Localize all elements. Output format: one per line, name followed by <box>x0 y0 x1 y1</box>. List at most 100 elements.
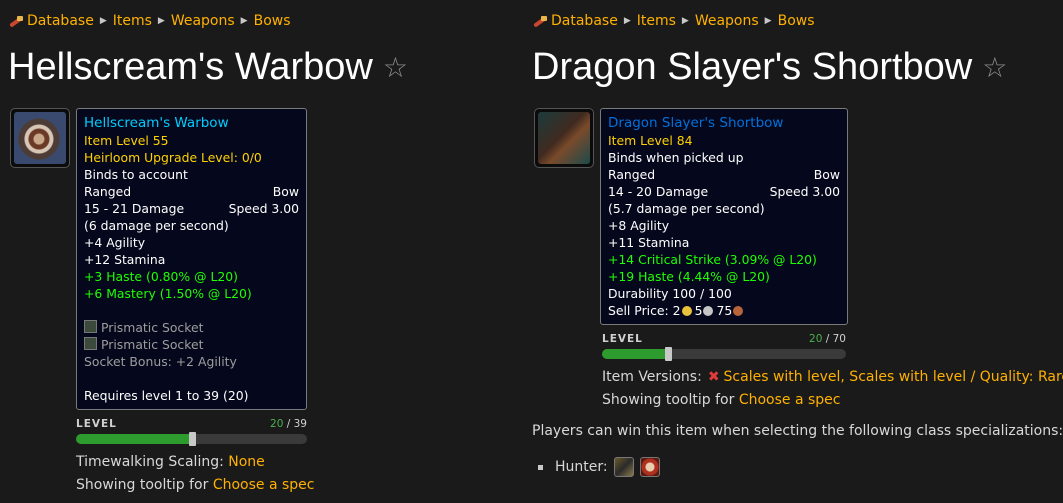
tooltip-damage-row: 15 - 21 Damage Speed 3.00 <box>84 200 299 217</box>
bow-icon <box>14 112 66 164</box>
choose-spec-link[interactable]: Choose a spec <box>213 477 315 493</box>
level-label: LEVEL <box>76 418 117 430</box>
database-home-icon[interactable] <box>8 14 25 28</box>
chevron-right-icon: ▶ <box>764 16 772 26</box>
copper-coin-icon <box>733 306 744 316</box>
breadcrumb-database[interactable]: Database <box>27 13 94 29</box>
list-item: Hunter: <box>538 457 660 477</box>
page-title: Hellscream's Warbow <box>8 46 373 88</box>
prismatic-socket-icon <box>84 320 97 333</box>
breadcrumb: Database ▶ Items ▶ Weapons ▶ Bows <box>8 13 291 29</box>
showing-label: Showing tooltip for <box>76 477 209 493</box>
level-handle[interactable] <box>665 347 673 361</box>
tooltip-bonus-stat: +3 Haste (0.80% @ L20) <box>84 269 238 284</box>
tooltip-dps: (6 damage per second) <box>84 218 229 233</box>
timewalking-label: Timewalking Scaling: <box>76 454 224 470</box>
gold-amount: 2 <box>672 303 681 318</box>
breadcrumb-weapons[interactable]: Weapons <box>695 13 759 29</box>
breadcrumb-bows[interactable]: Bows <box>254 13 291 29</box>
item-tooltip: Dragon Slayer's Shortbow Item Level 84 B… <box>600 108 848 325</box>
tooltip-speed: Speed 3.00 <box>228 201 299 216</box>
tooltip-slot-row: Ranged Bow <box>608 166 840 183</box>
tooltip-slot-row: Ranged Bow <box>84 183 299 200</box>
level-slider[interactable]: LEVEL 20 / 70 <box>602 333 846 361</box>
item-tooltip: Hellscream's Warbow Item Level 55 Heirlo… <box>76 108 307 410</box>
tooltip-stat: +12 Stamina <box>84 252 166 267</box>
tooltip-item-level: Item Level 84 <box>608 133 693 148</box>
page-title: Dragon Slayer's Shortbow <box>532 46 973 88</box>
item-icon[interactable] <box>10 108 70 168</box>
tooltip-speed: Speed 3.00 <box>769 184 840 199</box>
tooltip-stat: +11 Stamina <box>608 235 690 250</box>
tooltip-bonus-stat: +6 Mastery (1.50% @ L20) <box>84 286 252 301</box>
database-home-icon[interactable] <box>532 14 549 28</box>
tooltip-damage-row: 14 - 20 Damage Speed 3.00 <box>608 183 840 200</box>
breadcrumb-database[interactable]: Database <box>551 13 618 29</box>
silver-coin-icon <box>703 306 714 316</box>
red-x-icon[interactable]: ✖ <box>708 369 720 385</box>
breadcrumb-items[interactable]: Items <box>113 13 152 29</box>
level-current: 20 <box>809 333 823 345</box>
chevron-right-icon: ▶ <box>681 16 689 26</box>
marksmanship-spec-icon[interactable] <box>639 457 660 477</box>
showing-tooltip: Showing tooltip for Choose a spec <box>602 392 840 408</box>
timewalking-scaling: Timewalking Scaling: None <box>76 454 265 470</box>
level-track[interactable] <box>76 432 307 446</box>
tooltip-item-level: Item Level 55 <box>84 133 169 148</box>
breadcrumb-bows[interactable]: Bows <box>778 13 815 29</box>
item-versions: Item Versions: ✖ Scales with level, Scales… <box>602 369 1063 385</box>
tooltip-requires: Requires level 1 to 39 (20) <box>84 388 249 403</box>
level-current: 20 <box>270 418 284 430</box>
bow-icon <box>538 112 590 164</box>
timewalking-value[interactable]: None <box>228 454 265 470</box>
page-title-row: Hellscream's Warbow ☆ <box>8 46 408 89</box>
gold-coin-icon <box>681 306 692 316</box>
favorite-star-icon[interactable]: ☆ <box>982 51 1007 84</box>
tooltip-sell-price: Sell Price: 2 5 75 <box>608 302 840 319</box>
breadcrumb-weapons[interactable]: Weapons <box>171 13 235 29</box>
tooltip-socket: Prismatic Socket <box>84 336 299 353</box>
level-fill <box>602 349 669 359</box>
breadcrumb-items[interactable]: Items <box>637 13 676 29</box>
class-label: Hunter: <box>555 459 608 475</box>
choose-spec-link[interactable]: Choose a spec <box>739 392 841 408</box>
item-versions-label: Item Versions: <box>602 369 702 385</box>
socket-label: Prismatic Socket <box>101 320 204 335</box>
chevron-right-icon: ▶ <box>623 16 631 26</box>
favorite-star-icon[interactable]: ☆ <box>383 51 408 84</box>
players-text: Players can win this item when selecting… <box>532 423 1063 439</box>
tooltip-slot: Ranged <box>84 184 132 199</box>
prismatic-socket-icon <box>84 337 97 350</box>
beast-mastery-spec-icon[interactable] <box>613 457 634 477</box>
tooltip-stat: +8 Agility <box>608 218 670 233</box>
showing-tooltip: Showing tooltip for Choose a spec <box>76 477 314 493</box>
tooltip-type: Bow <box>272 184 299 199</box>
tooltip-binds: Binds to account <box>84 167 188 182</box>
tooltip-socket-bonus: Socket Bonus: +2 Agility <box>84 354 237 369</box>
tooltip-durability: Durability 100 / 100 <box>608 286 732 301</box>
silver-amount: 5 <box>694 303 703 318</box>
item-icon[interactable] <box>534 108 594 168</box>
tooltip-socket: Prismatic Socket <box>84 319 299 336</box>
item-versions-value[interactable]: Scales with level, Scales with level / Q… <box>724 369 1063 385</box>
tooltip-bonus-stat: +19 Haste (4.44% @ L20) <box>608 269 770 284</box>
tooltip-slot: Ranged <box>608 167 656 182</box>
page-title-row: Dragon Slayer's Shortbow ☆ <box>532 46 1007 89</box>
chevron-right-icon: ▶ <box>240 16 248 26</box>
showing-label: Showing tooltip for <box>602 392 735 408</box>
level-slider[interactable]: LEVEL 20 / 39 <box>76 418 307 446</box>
tooltip-binds: Binds when picked up <box>608 150 744 165</box>
breadcrumb: Database ▶ Items ▶ Weapons ▶ Bows <box>532 13 815 29</box>
level-handle[interactable] <box>188 432 196 446</box>
tooltip-item-name: Hellscream's Warbow <box>84 115 229 131</box>
sell-price-label: Sell Price: <box>608 303 669 318</box>
tooltip-item-name: Dragon Slayer's Shortbow <box>608 115 784 131</box>
tooltip-damage: 15 - 21 Damage <box>84 201 185 216</box>
level-fill <box>76 434 192 444</box>
tooltip-dps: (5.7 damage per second) <box>608 201 765 216</box>
level-max: / 39 <box>286 418 307 430</box>
tooltip-stat: +4 Agility <box>84 235 146 250</box>
level-track[interactable] <box>602 347 846 361</box>
tooltip-damage: 14 - 20 Damage <box>608 184 709 199</box>
tooltip-type: Bow <box>813 167 840 182</box>
